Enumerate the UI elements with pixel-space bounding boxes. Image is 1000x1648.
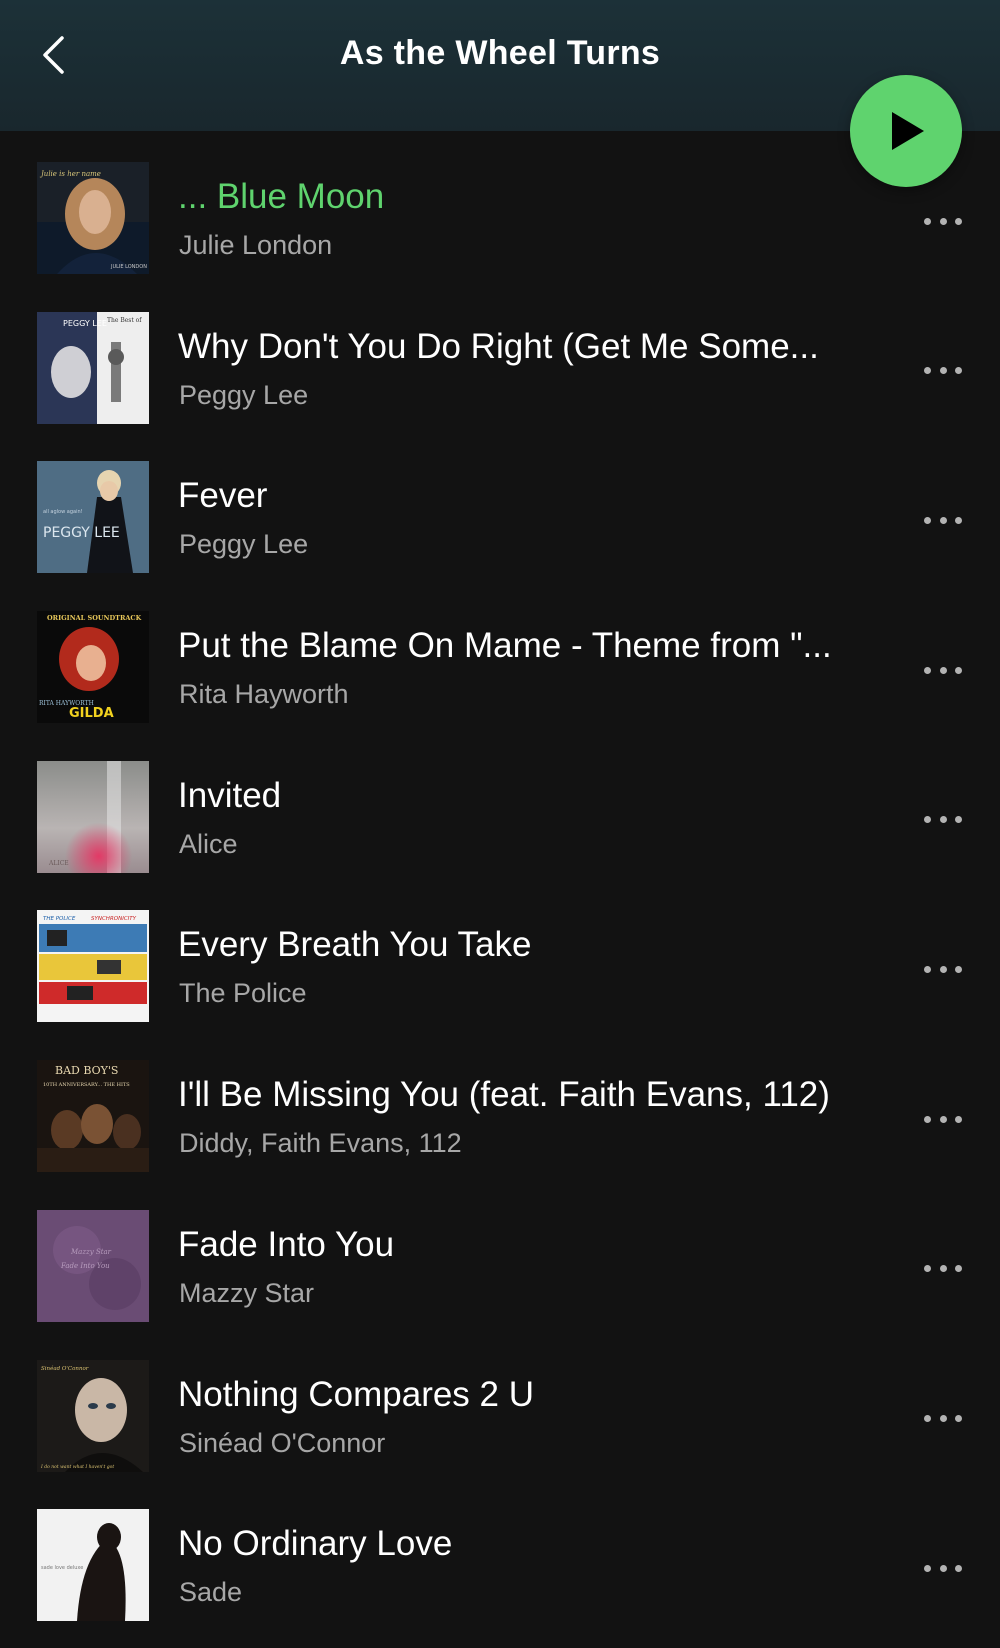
track-title: Nothing Compares 2 U <box>178 1374 534 1414</box>
track-row[interactable]: all aglow again! PEGGY LEE Fever Peggy L… <box>0 430 1000 580</box>
track-title: No Ordinary Love <box>178 1524 453 1564</box>
svg-text:PEGGY LEE: PEGGY LEE <box>63 319 107 328</box>
more-icon <box>924 217 931 225</box>
playlist-header: As the Wheel Turns <box>0 0 1000 131</box>
more-icon <box>924 1265 931 1273</box>
track-artist: Peggy Lee <box>179 379 309 410</box>
track-list: Julie is her name JULIE LONDON ... Blue … <box>0 131 1000 1628</box>
more-icon <box>924 816 931 824</box>
more-options-button[interactable] <box>918 650 968 690</box>
svg-text:THE POLICE: THE POLICE <box>43 916 76 922</box>
album-art: THE POLICE SYNCHRONICITY <box>37 910 149 1023</box>
album-art: sade love deluxe <box>37 1509 149 1622</box>
more-options-button[interactable] <box>918 1099 968 1139</box>
track-row[interactable]: sade love deluxe No Ordinary Love Sade <box>0 1478 1000 1628</box>
svg-text:The Best of: The Best of <box>107 317 142 324</box>
track-row[interactable]: Mazzy Star Fade Into You Fade Into You M… <box>0 1179 1000 1329</box>
more-icon <box>924 1415 931 1422</box>
track-title: I'll Be Missing You (feat. Faith Evans, … <box>178 1075 830 1115</box>
track-row[interactable]: PEGGY LEE The Best of Why Don't You Do R… <box>0 281 1000 431</box>
track-title: Put the Blame On Mame - Theme from "... <box>178 626 832 666</box>
svg-text:Fade Into You: Fade Into You <box>60 1262 110 1270</box>
track-row[interactable]: THE POLICE SYNCHRONICITY Every Breath Yo… <box>0 879 1000 1029</box>
track-row[interactable]: Julie is her name JULIE LONDON ... Blue … <box>0 131 1000 281</box>
more-options-button[interactable] <box>918 500 968 540</box>
track-title: Why Don't You Do Right (Get Me Some... <box>178 326 819 366</box>
track-artist: Sinéad O'Connor <box>179 1427 386 1458</box>
svg-text:all aglow again!: all aglow again! <box>43 509 83 515</box>
more-options-button[interactable] <box>918 949 968 989</box>
track-artist: Sade <box>179 1577 243 1608</box>
track-row[interactable]: ORIGINAL SOUNDTRACK RITA HAYWORTH GILDA … <box>0 580 1000 730</box>
track-artist: Alice <box>179 828 238 859</box>
playlist-title: As the Wheel Turns <box>339 34 661 72</box>
more-icon <box>924 666 931 674</box>
track-title: Invited <box>178 775 282 815</box>
more-icon <box>924 965 931 973</box>
track-row[interactable]: ALICE Invited Alice <box>0 730 1000 880</box>
track-title: ... Blue Moon <box>178 177 385 216</box>
track-row[interactable]: BAD BOY'S 10TH ANNIVERSARY... THE HITS I… <box>0 1029 1000 1179</box>
album-art: ORIGINAL SOUNDTRACK RITA HAYWORTH GILDA <box>37 611 149 724</box>
more-icon <box>924 1564 931 1572</box>
more-options-button[interactable] <box>918 1399 968 1439</box>
svg-text:I do not want what I haven't g: I do not want what I haven't got <box>40 1464 114 1470</box>
album-art: PEGGY LEE The Best of <box>37 311 149 424</box>
track-title: Fever <box>178 476 268 516</box>
album-art: ALICE <box>37 760 149 873</box>
more-icon <box>924 516 931 524</box>
track-artist: Mazzy Star <box>179 1277 315 1308</box>
album-art: Sinéad O'Connor I do not want what I hav… <box>37 1359 149 1472</box>
album-art: BAD BOY'S 10TH ANNIVERSARY... THE HITS <box>37 1060 149 1173</box>
album-art: all aglow again! PEGGY LEE <box>37 461 149 574</box>
more-icon <box>924 1115 931 1123</box>
more-options-button[interactable] <box>918 1548 968 1588</box>
more-options-button[interactable] <box>918 1249 968 1289</box>
more-options-button[interactable] <box>918 201 968 241</box>
track-artist: The Police <box>179 978 307 1009</box>
svg-text:Mazzy Star: Mazzy Star <box>70 1248 112 1256</box>
track-artist: Rita Hayworth <box>179 679 349 710</box>
play-button[interactable] <box>850 75 962 187</box>
more-options-button[interactable] <box>918 800 968 840</box>
svg-text:10TH ANNIVERSARY... THE HITS: 10TH ANNIVERSARY... THE HITS <box>43 1082 130 1088</box>
play-icon <box>892 112 924 150</box>
svg-text:sade love deluxe: sade love deluxe <box>41 1565 83 1571</box>
more-icon <box>924 367 931 375</box>
track-title: Every Breath You Take <box>178 925 532 965</box>
track-title: Fade Into You <box>178 1224 395 1264</box>
track-artist: Julie London <box>179 230 333 260</box>
track-artist: Peggy Lee <box>179 529 309 560</box>
svg-text:ORIGINAL SOUNDTRACK: ORIGINAL SOUNDTRACK <box>47 614 142 622</box>
track-artist: Diddy, Faith Evans, 112 <box>179 1128 462 1159</box>
svg-text:GILDA: GILDA <box>69 706 114 721</box>
svg-text:PEGGY LEE: PEGGY LEE <box>43 525 120 541</box>
svg-text:Julie is her name: Julie is her name <box>39 170 101 178</box>
svg-text:BAD BOY'S: BAD BOY'S <box>55 1064 118 1077</box>
track-row[interactable]: Sinéad O'Connor I do not want what I hav… <box>0 1329 1000 1479</box>
album-art: Julie is her name JULIE LONDON <box>37 162 149 274</box>
svg-text:Sinéad O'Connor: Sinéad O'Connor <box>41 1365 89 1372</box>
more-options-button[interactable] <box>918 351 968 391</box>
svg-text:SYNCHRONICITY: SYNCHRONICITY <box>91 916 137 922</box>
album-art: Mazzy Star Fade Into You <box>37 1209 149 1322</box>
svg-text:ALICE: ALICE <box>48 860 69 867</box>
svg-text:JULIE LONDON: JULIE LONDON <box>110 264 147 270</box>
